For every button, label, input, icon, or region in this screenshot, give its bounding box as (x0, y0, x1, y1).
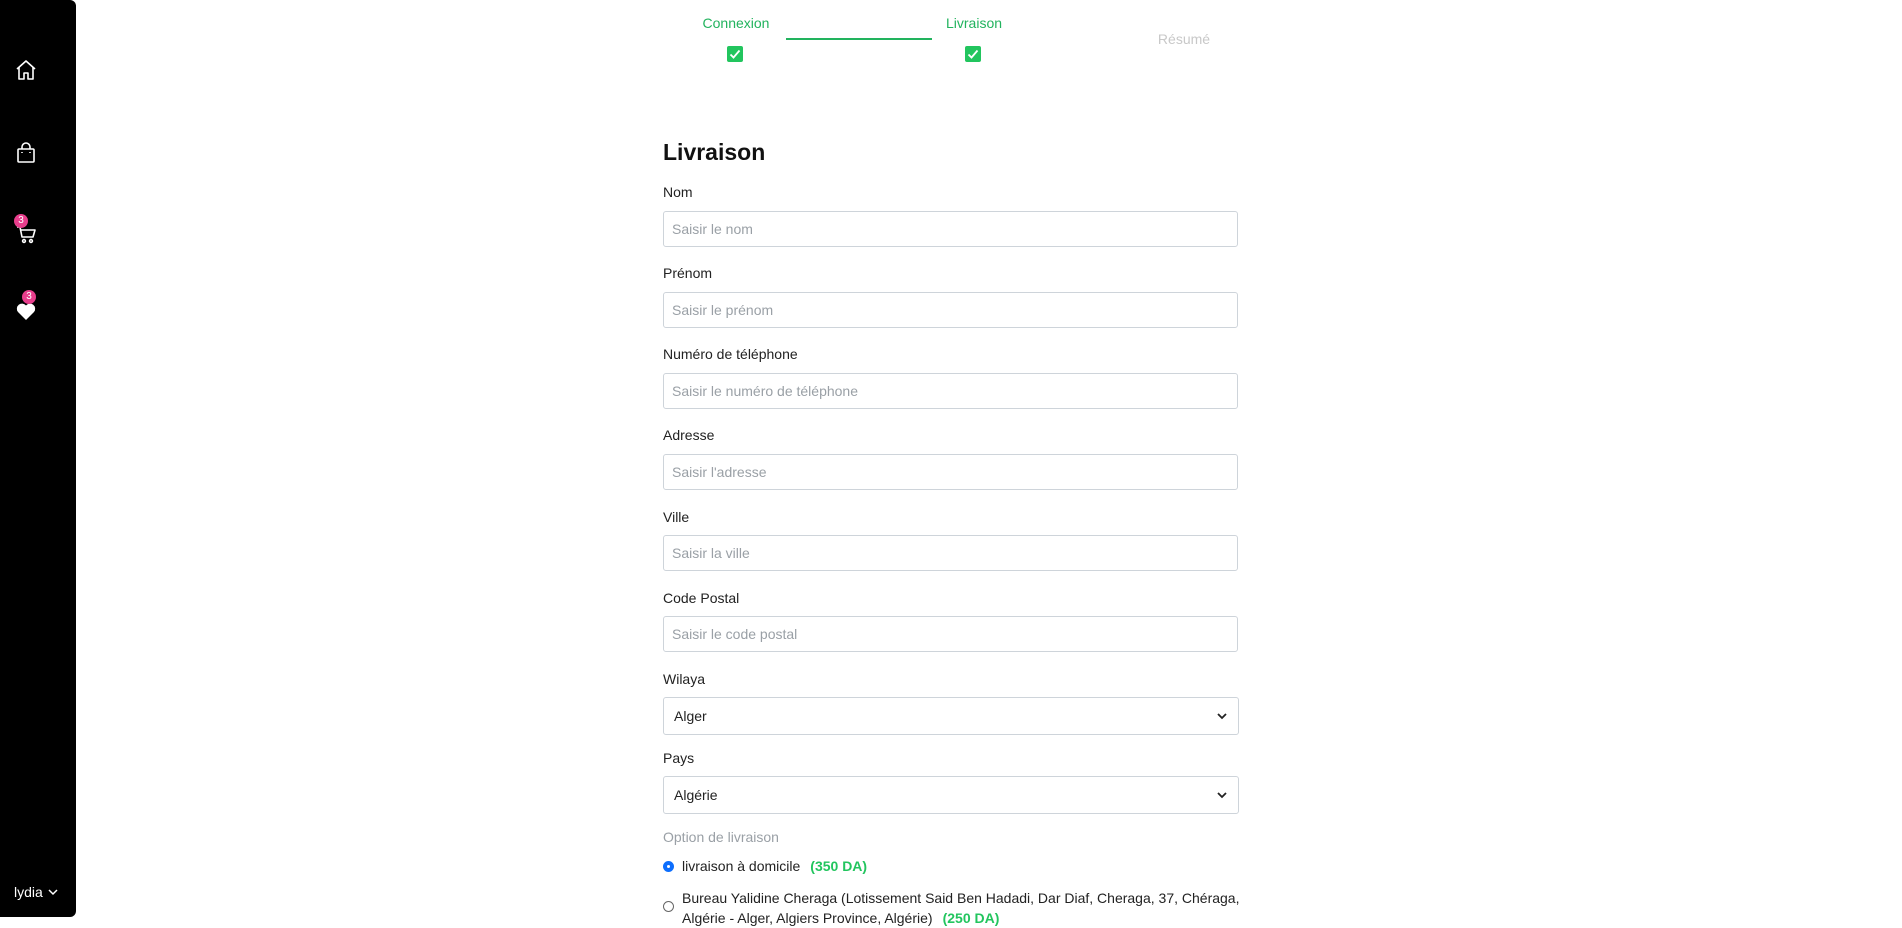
adresse-label: Adresse (663, 427, 715, 443)
chevron-down-icon (48, 889, 58, 896)
user-name: lydia (14, 884, 43, 900)
pays-selected-value: Algérie (674, 787, 718, 803)
step-label-livraison: Livraison (945, 15, 1003, 31)
nom-label: Nom (663, 184, 693, 200)
step-label-connexion: Connexion (702, 15, 770, 31)
home-icon[interactable] (14, 58, 38, 82)
wilaya-label: Wilaya (663, 671, 706, 687)
step-check-icon (965, 46, 981, 62)
code-postal-label: Code Postal (663, 590, 740, 606)
code-postal-input[interactable] (663, 616, 1238, 652)
delivery-option-price: (350 DA) (810, 858, 868, 874)
delivery-option-price: (250 DA) (942, 910, 1000, 926)
step-check-icon (727, 46, 743, 62)
step-connector (786, 38, 932, 40)
pays-label: Pays (663, 750, 695, 766)
delivery-option-title: Option de livraison (663, 829, 779, 845)
prenom-input[interactable] (663, 292, 1238, 328)
delivery-option-label: livraison à domicile (682, 858, 801, 874)
wishlist-count-badge: 3 (22, 290, 36, 304)
wilaya-select[interactable]: Alger (663, 697, 1239, 735)
delivery-option-office[interactable]: Bureau Yalidine Cheraga (Lotissement Sai… (663, 888, 1240, 928)
wilaya-selected-value: Alger (674, 708, 707, 724)
chevron-down-icon (1217, 792, 1227, 799)
form-title: Livraison (663, 139, 766, 165)
delivery-option-home[interactable]: livraison à domicile (350 DA) (663, 858, 867, 874)
telephone-input[interactable] (663, 373, 1238, 409)
cart-count-badge: 3 (14, 214, 28, 228)
shopping-bag-icon[interactable] (14, 141, 38, 165)
adresse-input[interactable] (663, 454, 1238, 490)
telephone-label: Numéro de téléphone (663, 346, 798, 362)
cart-icon[interactable]: 3 (14, 214, 38, 246)
prenom-label: Prénom (663, 265, 713, 281)
user-menu[interactable]: lydia (14, 884, 59, 900)
ville-label: Ville (663, 509, 690, 525)
sidebar: 3 3 lydia (0, 0, 76, 917)
step-label-resume: Résumé (1157, 31, 1211, 47)
heart-icon[interactable]: 3 (14, 290, 38, 323)
pays-select[interactable]: Algérie (663, 776, 1239, 814)
ville-input[interactable] (663, 535, 1238, 571)
radio-home[interactable] (663, 861, 674, 872)
radio-office[interactable] (663, 901, 674, 912)
nom-input[interactable] (663, 211, 1238, 247)
chevron-down-icon (1217, 713, 1227, 720)
